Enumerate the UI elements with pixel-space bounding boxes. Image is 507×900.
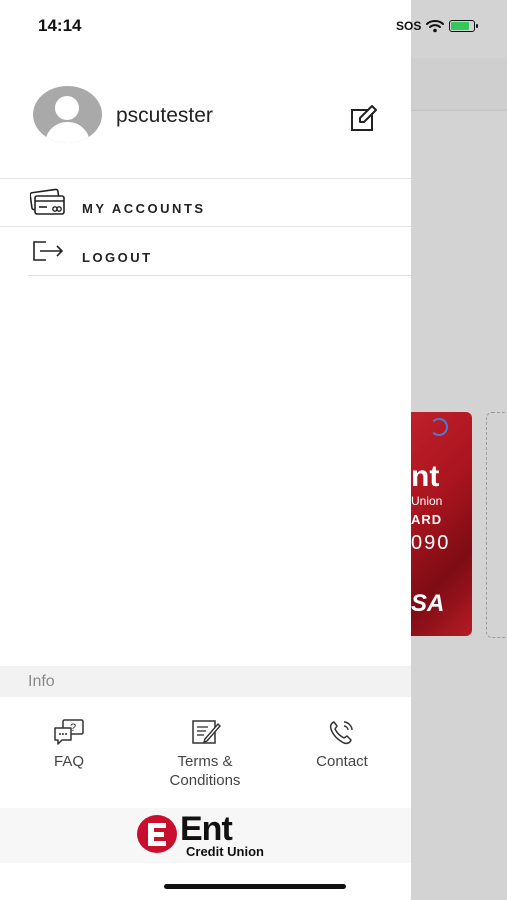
cards-icon — [30, 188, 65, 215]
menu-item-my-accounts[interactable]: MY ACCOUNTS — [0, 178, 411, 227]
faq-label: FAQ — [53, 753, 84, 770]
terms-link[interactable]: Terms & Conditions — [145, 718, 265, 790]
terms-icon — [192, 720, 221, 744]
info-header: Info — [0, 666, 411, 697]
home-indicator — [164, 884, 346, 889]
menu-item-label: LOGOUT — [82, 250, 153, 265]
terms-label: Terms & Conditions — [145, 752, 265, 790]
faq-icon: ? — [54, 719, 84, 745]
background-header — [411, 58, 507, 111]
menu-item-logout[interactable]: LOGOUT — [28, 227, 411, 276]
contact-label: Contact — [316, 753, 368, 770]
status-time: 14:14 — [38, 16, 82, 35]
side-drawer: 14:14 pscutester MY ACCOUNTS LOGOUT Info… — [0, 0, 411, 900]
menu-item-label: MY ACCOUNTS — [82, 201, 206, 216]
avatar-icon — [33, 86, 102, 143]
phone-icon — [329, 721, 353, 745]
battery-icon — [449, 20, 479, 32]
logo-bar: Ent Credit Union — [0, 808, 411, 863]
status-icons: SOS — [396, 16, 479, 36]
background-card[interactable]: nt Union ARD 090 SA — [411, 412, 472, 636]
card-network: SA — [411, 590, 445, 617]
edit-profile-icon[interactable] — [350, 104, 378, 132]
logo-sub: Credit Union — [186, 844, 264, 859]
wifi-icon — [426, 20, 445, 33]
profile-section: pscutester — [0, 80, 411, 150]
logout-icon — [33, 241, 64, 261]
status-bar: 14:14 — [0, 0, 411, 52]
card-brand: nt — [411, 460, 440, 493]
info-links: ? FAQ Terms & Conditions Contact — [0, 718, 411, 798]
info-header-label: Info — [28, 673, 55, 690]
card-type: ARD — [411, 512, 443, 527]
username: pscutester — [116, 104, 213, 127]
drawer-menu: MY ACCOUNTS LOGOUT — [0, 178, 411, 276]
card-number: 090 — [411, 532, 451, 554]
terms-label-text: Terms & Conditions — [169, 753, 241, 789]
faq-link[interactable]: ? FAQ — [9, 718, 129, 771]
refresh-icon[interactable] — [430, 418, 448, 436]
contact-link[interactable]: Contact — [282, 718, 402, 771]
background-add-card[interactable] — [486, 412, 507, 638]
sos-indicator: SOS — [396, 19, 422, 33]
card-sub: Union — [411, 494, 443, 508]
